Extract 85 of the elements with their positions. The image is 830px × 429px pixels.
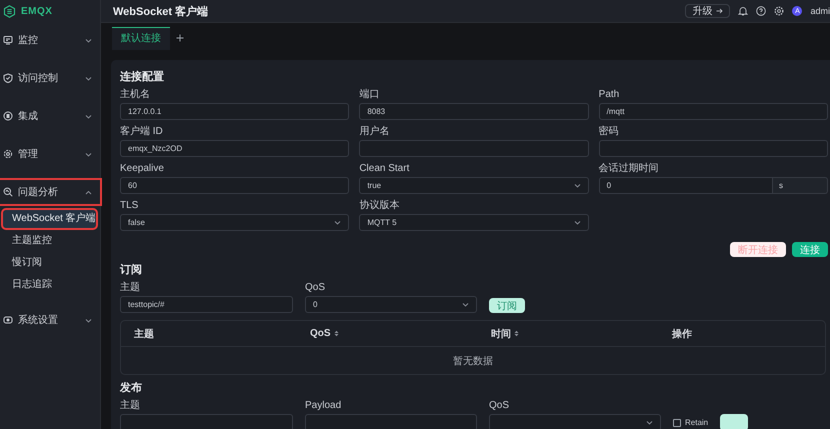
sidebar-item[interactable]: 管理 — [0, 142, 100, 166]
sidebar-item[interactable]: 集成 — [0, 104, 100, 128]
checkbox-label: Retain — [685, 418, 708, 427]
publish-button[interactable] — [720, 414, 748, 429]
field-label: Path — [598, 89, 620, 100]
integration-icon — [3, 111, 13, 121]
field-label: 端口 — [359, 89, 380, 100]
sort-icon[interactable] — [514, 330, 519, 337]
sort-icon[interactable] — [334, 330, 339, 337]
input-field[interactable]: 8083 — [359, 103, 589, 120]
unit-field: s — [772, 177, 828, 194]
field-label: 协议版本 — [359, 200, 400, 211]
input-field[interactable] — [120, 414, 293, 429]
logo-text: EMQX — [21, 6, 52, 16]
sidebar-subitem[interactable]: WebSocket 客户端 — [3, 210, 96, 228]
sidebar-item[interactable]: 访问控制 — [0, 66, 100, 90]
section-title: 连接配置 — [120, 70, 165, 84]
help-icon[interactable] — [756, 6, 766, 16]
sidebar-subitem[interactable]: 慢订阅 — [3, 254, 96, 272]
field-label: 密码 — [598, 126, 620, 137]
select-field[interactable]: false — [120, 214, 350, 231]
section-title: 发布 — [120, 381, 143, 395]
settings-icon[interactable] — [774, 6, 784, 16]
field-label: 主机名 — [120, 89, 151, 100]
connection-tab[interactable]: 默认连接 — [112, 27, 170, 50]
arrow-right-icon — [716, 8, 724, 14]
select-field[interactable]: true — [359, 177, 589, 194]
bell-icon[interactable] — [738, 6, 748, 16]
empty-text: 暂无数据 — [452, 354, 494, 368]
chevron-down-icon — [646, 420, 653, 425]
chevron-down-icon — [85, 152, 92, 156]
input-field[interactable] — [305, 414, 477, 429]
field-label: 会话过期时间 — [598, 163, 660, 174]
sidebar-item[interactable]: 监控 — [0, 28, 100, 52]
chevron-down-icon — [85, 38, 92, 42]
field-label: 主题 — [120, 282, 141, 293]
shield-icon — [3, 73, 13, 83]
field-label: QoS — [489, 400, 510, 411]
monitor-icon — [3, 35, 13, 45]
input-field[interactable]: emqx_Nzc2OD — [120, 140, 350, 157]
chevron-down-icon — [574, 220, 581, 225]
field-label: Payload — [305, 400, 342, 411]
logo[interactable]: EMQX — [0, 0, 100, 22]
column-header: 主题 — [134, 327, 155, 340]
chevron-down-icon — [574, 183, 581, 188]
field-label: 客户端 ID — [120, 126, 164, 137]
input-field[interactable] — [359, 140, 589, 157]
field-label: 主题 — [120, 400, 141, 411]
field-label: Clean Start — [359, 163, 410, 174]
select-field[interactable] — [489, 414, 661, 429]
chevron-down-icon — [462, 302, 469, 307]
gear-icon — [3, 149, 13, 159]
sidebar-item[interactable]: 系统设置 — [0, 308, 100, 332]
column-header: 操作 — [672, 328, 693, 340]
checkbox[interactable] — [673, 418, 681, 426]
page-title: WebSocket 客户端 — [113, 4, 210, 18]
input-field[interactable]: /mqtt — [598, 103, 828, 120]
sidebar-subitem[interactable]: 日志追踪 — [3, 276, 96, 294]
chevron-down-icon — [85, 114, 92, 118]
input-field[interactable]: testtopic/# — [120, 296, 293, 313]
select-field[interactable]: 0 — [305, 296, 477, 313]
search-icon — [3, 187, 13, 197]
column-header[interactable]: 时间 — [491, 326, 672, 340]
field-label: 用户名 — [359, 126, 390, 137]
sidebar-item[interactable]: 问题分析 — [0, 180, 100, 204]
chevron-up-icon — [85, 190, 92, 194]
section-title: 订阅 — [120, 262, 143, 277]
input-field[interactable]: 60 — [120, 177, 350, 194]
field-label: QoS — [305, 282, 326, 293]
chevron-down-icon — [85, 318, 92, 322]
input-field[interactable]: 0 — [598, 177, 773, 194]
add-tab-icon[interactable] — [176, 34, 184, 42]
chevron-down-icon — [334, 220, 342, 225]
settings-icon — [3, 315, 13, 325]
field-label: Keepalive — [120, 163, 165, 174]
user-name[interactable]: admi — [810, 6, 830, 16]
field-label: TLS — [120, 200, 140, 211]
select-field[interactable]: MQTT 5 — [359, 214, 589, 231]
logo-icon — [3, 4, 16, 18]
input-field[interactable]: 127.0.0.1 — [120, 103, 350, 120]
column-header[interactable]: QoS — [310, 328, 491, 339]
upgrade-button[interactable]: 升级 — [685, 4, 730, 18]
input-field[interactable] — [598, 140, 828, 157]
sidebar-subitem[interactable]: 主题监控 — [3, 232, 96, 250]
chevron-down-icon — [85, 76, 92, 80]
